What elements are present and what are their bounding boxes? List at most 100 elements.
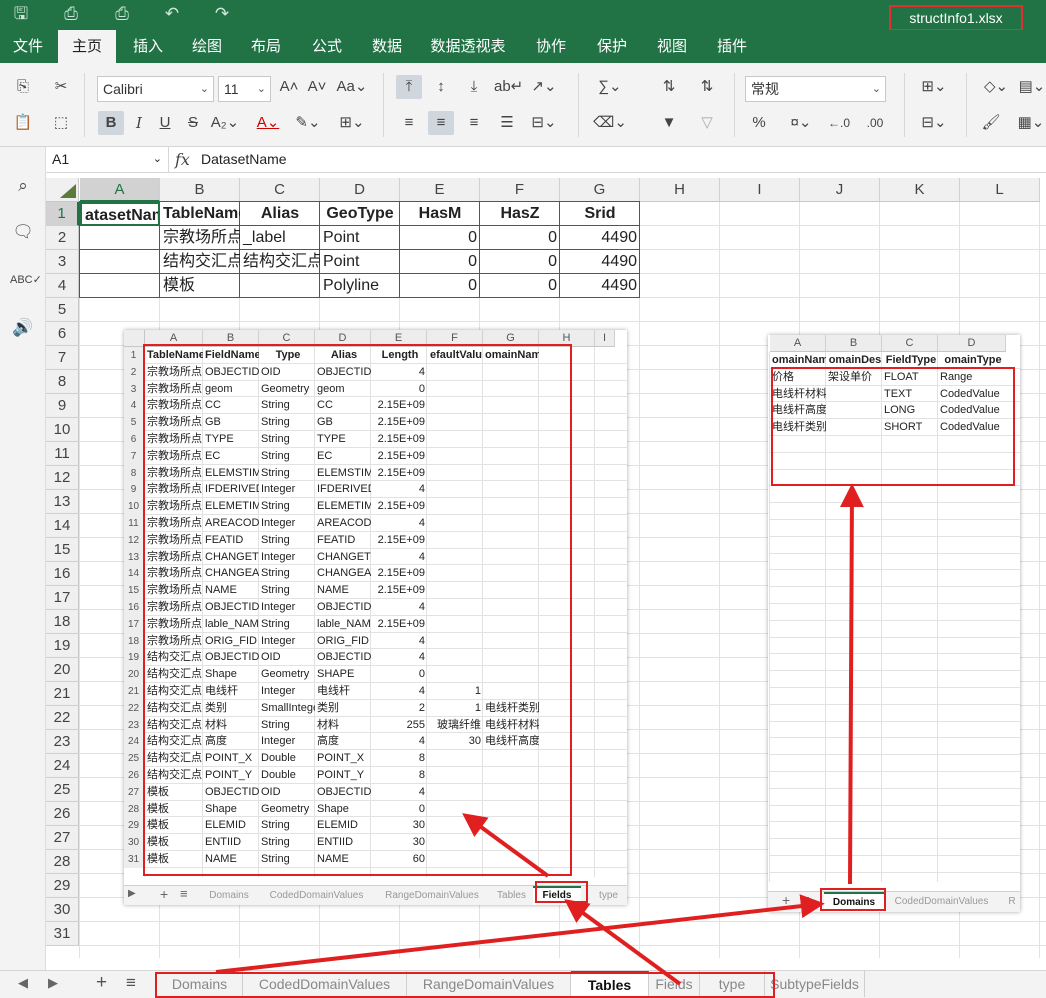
align-right-icon[interactable]: ≡ (461, 111, 487, 135)
row-header[interactable]: 2 (46, 226, 79, 250)
print-icon[interactable]: ⎙ (60, 3, 82, 25)
delete-cells-icon[interactable]: ⊟⌄ (916, 111, 952, 135)
row-header[interactable]: 7 (46, 346, 79, 370)
insert-cells-icon[interactable]: ⊞⌄ (916, 75, 952, 99)
table-cell[interactable]: _label (240, 226, 320, 250)
copy-icon[interactable]: ⎘ (10, 75, 36, 99)
row-header[interactable]: 4 (46, 274, 79, 298)
table-cell[interactable] (240, 274, 320, 298)
redo-icon[interactable]: ↷ (211, 3, 233, 25)
row-header[interactable]: 18 (46, 610, 79, 634)
ribbon-tab[interactable]: 公式 (300, 30, 354, 63)
row-header[interactable]: 25 (46, 778, 79, 802)
table-header-cell[interactable]: Srid (560, 202, 640, 226)
table-cell[interactable]: 4490 (560, 274, 640, 298)
row-header[interactable]: 31 (46, 922, 79, 946)
ribbon-tab[interactable]: 数据透视表 (420, 30, 516, 63)
column-header[interactable]: F (480, 178, 560, 202)
ribbon-tab[interactable]: 布局 (238, 30, 294, 63)
ribbon-tab[interactable]: 数据 (360, 30, 414, 63)
ribbon-tab[interactable]: 文件 (8, 30, 48, 63)
table-cell[interactable]: 模板 (160, 274, 240, 298)
row-header[interactable]: 27 (46, 826, 79, 850)
row-header[interactable]: 28 (46, 850, 79, 874)
row-header[interactable]: 30 (46, 898, 79, 922)
row-header[interactable]: 5 (46, 298, 79, 322)
increase-font-icon[interactable]: A˄ (276, 75, 302, 99)
table-cell[interactable]: 0 (400, 274, 480, 298)
column-header[interactable]: B (160, 178, 240, 202)
add-sheet-icon[interactable]: + (96, 972, 107, 994)
ribbon-tab[interactable]: 保护 (585, 30, 639, 63)
row-header[interactable]: 9 (46, 394, 79, 418)
eraser-icon[interactable]: ◇⌄ (978, 75, 1014, 99)
table-cell[interactable]: 结构交汇点 (160, 250, 240, 274)
wrap-text-icon[interactable]: ab↵ (494, 75, 523, 99)
justify-icon[interactable]: ☰ (494, 111, 520, 135)
row-header[interactable]: 16 (46, 562, 79, 586)
row-header[interactable]: 24 (46, 754, 79, 778)
ribbon-tab[interactable]: 协作 (525, 30, 577, 63)
font-name-select[interactable]: Calibri ⌄ (97, 76, 214, 102)
underline-icon[interactable]: U (152, 111, 178, 135)
column-header[interactable]: I (720, 178, 800, 202)
row-header[interactable]: 6 (46, 322, 79, 346)
column-header[interactable]: E (400, 178, 480, 202)
row-header[interactable]: 29 (46, 874, 79, 898)
fill-color-icon[interactable]: ✎⌄ (290, 111, 326, 135)
table-style-icon[interactable]: ▦⌄ (1016, 111, 1046, 135)
subscript-icon[interactable]: A₂⌄ (208, 111, 242, 135)
row-header[interactable]: 13 (46, 490, 79, 514)
table-header-cell[interactable]: GeoType (320, 202, 400, 226)
comment-icon[interactable]: 🗨 (10, 219, 36, 245)
column-header[interactable]: D (320, 178, 400, 202)
align-top-icon[interactable]: ⤒ (396, 75, 422, 99)
row-header[interactable]: 21 (46, 682, 79, 706)
row-header[interactable]: 15 (46, 538, 79, 562)
row-header[interactable]: 3 (46, 250, 79, 274)
table-header-cell[interactable]: atasetNam (80, 202, 160, 226)
ribbon-tab[interactable]: 插件 (705, 30, 759, 63)
table-cell[interactable]: 4490 (560, 250, 640, 274)
spellcheck-icon[interactable]: ABC✓ (10, 267, 42, 293)
italic-icon[interactable]: I (126, 111, 152, 135)
table-cell[interactable]: Polyline (320, 274, 400, 298)
table-cell[interactable] (80, 226, 160, 250)
table-header-cell[interactable]: HasM (400, 202, 480, 226)
speaker-icon[interactable]: 🔊 (10, 315, 36, 341)
sort-ascending-icon[interactable]: ⇅ (656, 75, 682, 99)
row-header[interactable]: 11 (46, 442, 79, 466)
row-header[interactable]: 10 (46, 418, 79, 442)
row-header[interactable]: 20 (46, 658, 79, 682)
format-painter-icon[interactable]: ⬚ (48, 111, 74, 135)
paint-brush-icon[interactable]: 🖌 (978, 111, 1004, 135)
merge-cells-icon[interactable]: ⊟⌄ (526, 111, 562, 135)
paste-icon[interactable]: 📋 (10, 111, 36, 135)
row-header[interactable]: 14 (46, 514, 79, 538)
column-header[interactable]: K (880, 178, 960, 202)
row-header[interactable]: 12 (46, 466, 79, 490)
print-preview-icon[interactable]: ⎙ (111, 3, 133, 25)
ribbon-tab[interactable]: 绘图 (180, 30, 234, 63)
change-case-icon[interactable]: Aa⌄ (334, 75, 370, 99)
table-header-cell[interactable]: TableName (160, 202, 240, 226)
column-header[interactable]: J (800, 178, 880, 202)
save-icon[interactable]: 🖫 (10, 3, 32, 25)
name-box[interactable]: A1 ⌄ (46, 147, 169, 172)
borders-icon[interactable]: ⊞⌄ (334, 111, 370, 135)
table-cell[interactable]: 结构交汇点 (240, 250, 320, 274)
fx-icon[interactable]: fx (175, 147, 190, 172)
row-header[interactable]: 8 (46, 370, 79, 394)
currency-icon[interactable]: ¤⌄ (784, 111, 818, 135)
table-cell[interactable]: 0 (400, 226, 480, 250)
table-cell[interactable]: 0 (400, 250, 480, 274)
align-left-icon[interactable]: ≡ (396, 111, 422, 135)
row-header[interactable]: 23 (46, 730, 79, 754)
font-color-icon[interactable]: A⌄ (250, 111, 286, 135)
table-cell[interactable]: 0 (480, 250, 560, 274)
column-header[interactable]: L (960, 178, 1040, 202)
increase-decimal-icon[interactable]: ←.0 (824, 111, 854, 135)
column-header[interactable]: H (640, 178, 720, 202)
row-header[interactable]: 22 (46, 706, 79, 730)
cut-icon[interactable]: ✂ (48, 75, 74, 99)
